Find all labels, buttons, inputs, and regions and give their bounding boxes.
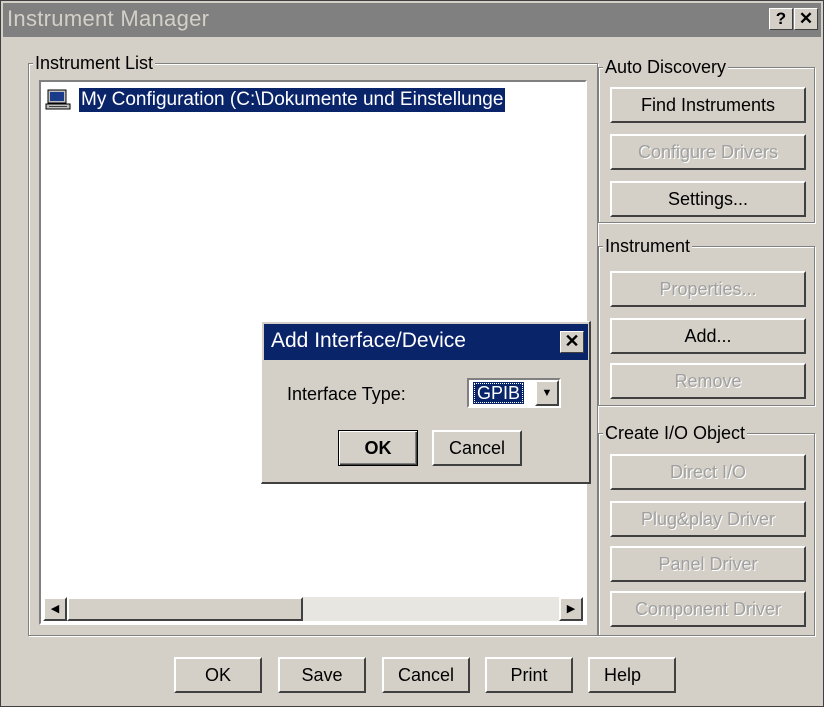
dialog-cancel-button[interactable]: Cancel xyxy=(432,430,522,466)
settings-button[interactable]: Settings... xyxy=(610,181,806,217)
print-button[interactable]: Print xyxy=(485,657,573,693)
close-icon[interactable]: ✕ xyxy=(794,8,818,30)
window-title: Instrument Manager xyxy=(7,6,210,31)
configure-drivers-button[interactable]: Configure Drivers xyxy=(610,134,806,170)
horizontal-scrollbar[interactable]: ◀ ▶ xyxy=(43,597,583,621)
panel-driver-button[interactable]: Panel Driver xyxy=(610,546,806,582)
create-io-object-legend: Create I/O Object xyxy=(603,423,748,443)
help-button[interactable]: ? xyxy=(769,8,793,30)
ok-button[interactable]: OK xyxy=(174,657,262,693)
help-footer-button[interactable]: Help xyxy=(588,657,676,693)
interface-type-value: GPIB xyxy=(473,382,525,404)
component-driver-button[interactable]: Component Driver xyxy=(610,591,806,627)
title-bar[interactable]: Instrument Manager ? ✕ xyxy=(3,3,821,37)
add-button[interactable]: Add... xyxy=(610,318,806,354)
scroll-left-icon[interactable]: ◀ xyxy=(43,597,67,621)
cancel-button[interactable]: Cancel xyxy=(382,657,470,693)
dialog-title: Add Interface/Device xyxy=(271,329,466,352)
remove-button[interactable]: Remove xyxy=(610,363,806,399)
list-item-label: My Configuration (C:\Dokumente und Einst… xyxy=(79,88,506,112)
instrument-list-legend: Instrument List xyxy=(33,53,156,73)
dialog-title-bar[interactable]: Add Interface/Device ✕ xyxy=(264,324,588,360)
plug-and-play-driver-button[interactable]: Plug&play Driver xyxy=(610,501,806,537)
direct-io-button[interactable]: Direct I/O xyxy=(610,454,806,490)
scroll-thumb[interactable] xyxy=(67,597,303,621)
dialog-close-icon[interactable]: ✕ xyxy=(560,331,584,353)
add-interface-dialog: Add Interface/Device ✕ Interface Type: G… xyxy=(261,321,591,484)
scroll-right-icon[interactable]: ▶ xyxy=(559,597,583,621)
interface-type-label: Interface Type: xyxy=(287,384,406,404)
instrument-manager-window: Instrument Manager ? ✕ Instrument List M… xyxy=(0,0,824,707)
computer-icon xyxy=(45,89,71,110)
interface-type-select[interactable]: GPIB ▼ xyxy=(467,378,561,408)
list-item[interactable]: My Configuration (C:\Dokumente und Einst… xyxy=(45,86,506,114)
properties-button[interactable]: Properties... xyxy=(610,271,806,307)
dialog-ok-button[interactable]: OK xyxy=(338,430,418,466)
find-instruments-button[interactable]: Find Instruments xyxy=(610,87,806,123)
save-button[interactable]: Save xyxy=(278,657,366,693)
instrument-legend: Instrument xyxy=(603,236,693,256)
chevron-down-icon[interactable]: ▼ xyxy=(535,380,559,406)
auto-discovery-legend: Auto Discovery xyxy=(603,57,729,77)
